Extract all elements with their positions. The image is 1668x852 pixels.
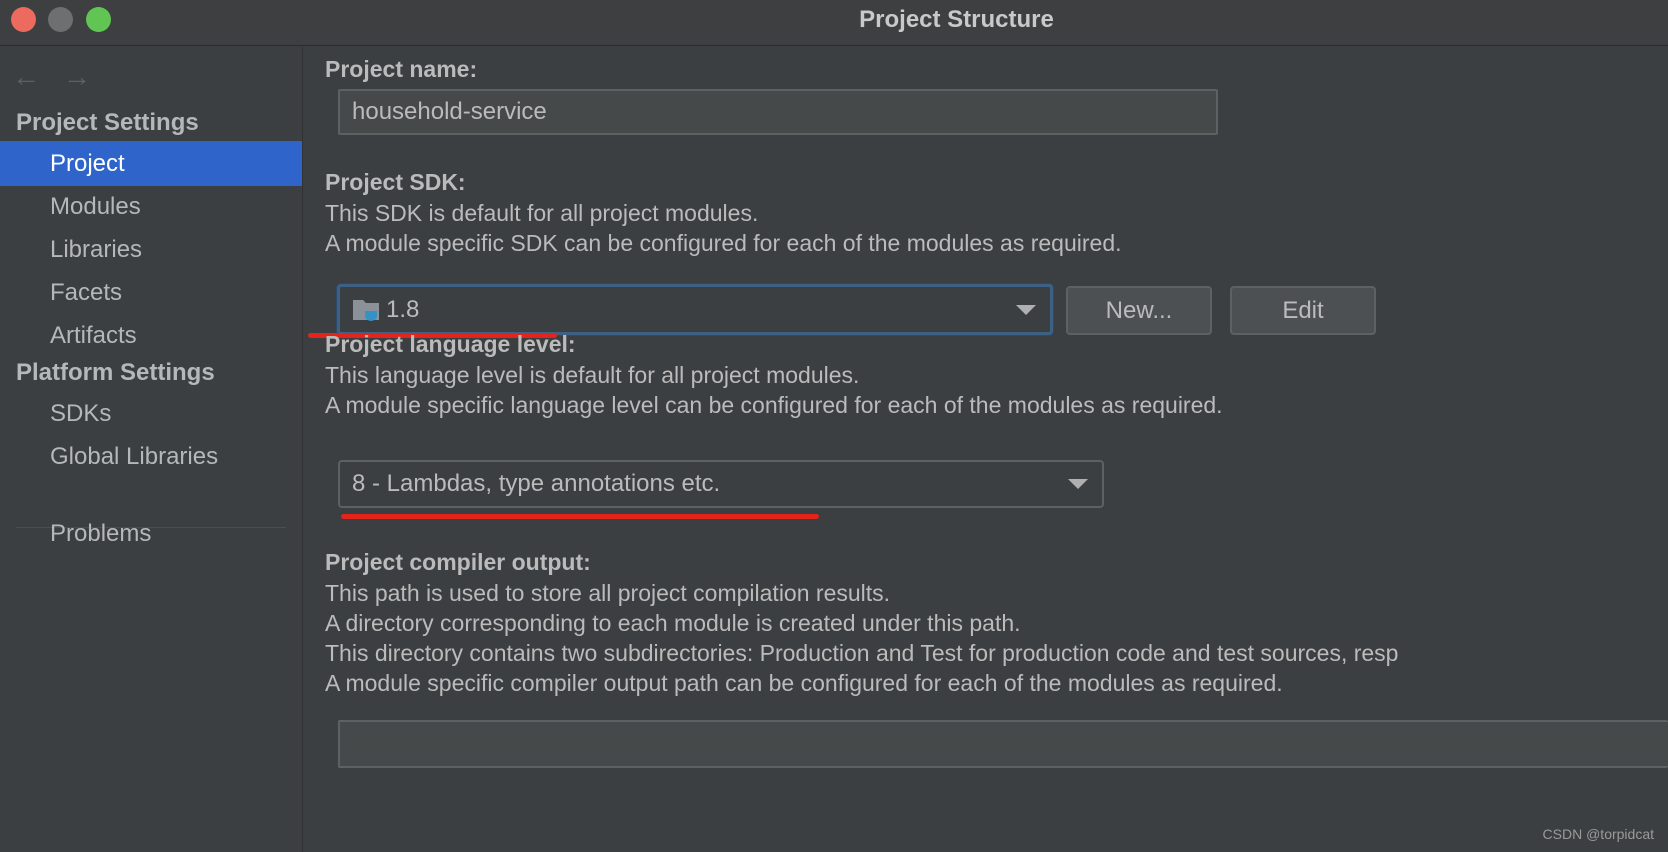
compiler-output-label: Project compiler output: <box>325 549 591 575</box>
watermark: CSDN @torpidcat <box>1542 826 1654 842</box>
language-level-dropdown[interactable]: 8 - Lambdas, type annotations etc. <box>338 460 1104 508</box>
project-name-label: Project name: <box>325 56 478 82</box>
window-title: Project Structure <box>859 6 1054 33</box>
forward-arrow-icon[interactable]: → <box>63 61 91 93</box>
sidebar-item-facets[interactable]: Facets <box>0 270 302 315</box>
sidebar-item-libraries[interactable]: Libraries <box>0 227 302 272</box>
chevron-down-icon <box>1016 304 1036 315</box>
platform-settings-header: Platform Settings <box>16 359 215 386</box>
language-level-label: Project language level: <box>325 331 576 357</box>
project-sdk-description-2: A module specific SDK can be configured … <box>325 230 1122 256</box>
sidebar-item-global-libraries[interactable]: Global Libraries <box>0 434 302 479</box>
project-sdk-description-1: This SDK is default for all project modu… <box>325 200 759 226</box>
project-name-input[interactable]: household-service <box>338 89 1218 135</box>
project-sdk-label: Project SDK: <box>325 169 466 195</box>
sidebar-item-modules[interactable]: Modules <box>0 184 302 229</box>
new-sdk-button[interactable]: New... <box>1066 286 1212 335</box>
sidebar: ← → Project Settings Project Modules Lib… <box>0 47 303 852</box>
project-name-value: household-service <box>352 98 547 125</box>
compiler-output-description-3: This directory contains two subdirectori… <box>325 640 1399 666</box>
sidebar-item-problems[interactable]: Problems <box>0 511 302 556</box>
compiler-output-description-1: This path is used to store all project c… <box>325 580 891 606</box>
language-level-value: 8 - Lambdas, type annotations etc. <box>352 470 721 497</box>
sidebar-item-sdks[interactable]: SDKs <box>0 391 302 436</box>
language-level-description-2: A module specific language level can be … <box>325 392 1223 418</box>
compiler-output-description-2: A directory corresponding to each module… <box>325 610 1021 636</box>
language-level-description-1: This language level is default for all p… <box>325 362 860 388</box>
title-bar: Project Structure <box>0 0 1668 46</box>
edit-sdk-button[interactable]: Edit <box>1230 286 1376 335</box>
sdk-folder-icon <box>352 297 382 323</box>
compiler-output-path-input[interactable] <box>338 720 1668 768</box>
sidebar-item-artifacts[interactable]: Artifacts <box>0 313 302 358</box>
project-settings-header: Project Settings <box>16 109 199 136</box>
sidebar-item-project[interactable]: Project <box>0 141 302 186</box>
back-arrow-icon[interactable]: ← <box>12 61 40 93</box>
chevron-down-icon <box>1068 479 1088 489</box>
project-settings-panel: Project name: household-service Project … <box>304 47 1668 852</box>
compiler-output-description-4: A module specific compiler output path c… <box>325 670 1283 696</box>
project-sdk-value: 1.8 <box>386 295 420 323</box>
annotation-underline <box>341 514 819 519</box>
project-sdk-dropdown[interactable]: 1.8 <box>337 284 1053 335</box>
